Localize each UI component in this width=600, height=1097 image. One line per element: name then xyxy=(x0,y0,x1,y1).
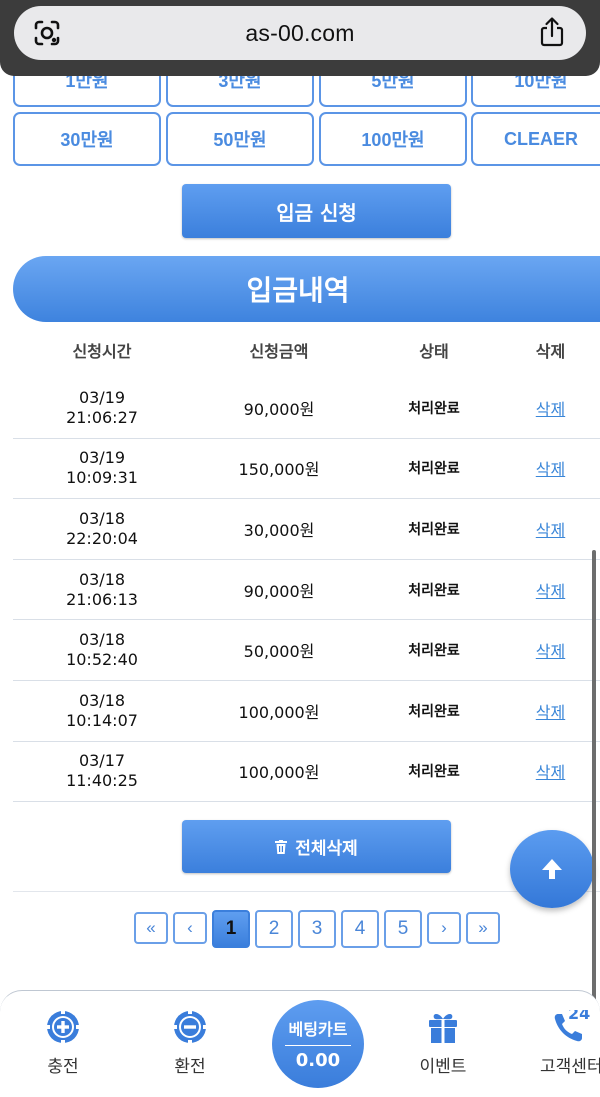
deposit-history-table: 신청시간 신청금액 상태 삭제 03/19 21:06:27 90,000원 처리… xyxy=(13,322,600,803)
row-time: 03/18 10:14:07 xyxy=(13,691,191,731)
deposit-history-header: 입금내역 xyxy=(13,256,600,322)
arrow-up-icon xyxy=(542,859,562,879)
nav-exchange[interactable]: 환전 xyxy=(140,1010,240,1077)
nav-support[interactable]: 24 고객센터 xyxy=(520,1010,600,1077)
row-amount: 50,000원 xyxy=(243,642,315,662)
row-clock: 10:14:07 xyxy=(66,710,138,730)
row-delete-link[interactable]: 삭제 xyxy=(536,703,565,722)
row-status: 처리완료 xyxy=(408,521,460,538)
gift-icon xyxy=(429,1014,457,1043)
row-date: 03/18 xyxy=(78,569,126,589)
header-status: 상태 xyxy=(419,342,449,361)
delete-all-button[interactable]: 전체삭제 xyxy=(182,820,451,873)
row-clock: 21:06:13 xyxy=(66,589,138,609)
row-time: 03/19 10:09:31 xyxy=(13,448,191,488)
next-page-button[interactable]: › xyxy=(427,912,461,944)
row-date: 03/18 xyxy=(78,690,126,710)
row-amount: 30,000원 xyxy=(243,520,315,540)
header-amount: 신청금액 xyxy=(249,342,309,361)
bet-cart-label: 베팅카트 xyxy=(288,1020,348,1039)
lens-icon[interactable] xyxy=(32,18,62,48)
nav-exchange-label: 환전 xyxy=(174,1057,206,1077)
table-row: 03/18 21:06:13 90,000원 처리완료 삭제 xyxy=(13,560,600,621)
pagination: « ‹ 1 2 3 4 5 › » xyxy=(134,910,505,950)
row-delete-link[interactable]: 삭제 xyxy=(536,460,565,479)
row-time: 03/18 21:06:13 xyxy=(13,570,191,610)
row-status: 처리완료 xyxy=(408,703,460,720)
row-time: 03/18 10:52:40 xyxy=(13,630,191,670)
first-page-button[interactable]: « xyxy=(134,912,168,944)
table-row: 03/18 22:20:04 30,000원 처리완료 삭제 xyxy=(13,499,600,560)
last-page-button[interactable]: » xyxy=(466,912,500,944)
nav-support-label: 고객센터 xyxy=(540,1057,600,1077)
table-row: 03/19 21:06:27 90,000원 처리완료 삭제 xyxy=(13,378,600,439)
nav-event-label: 이벤트 xyxy=(419,1057,467,1077)
page-button-3[interactable]: 3 xyxy=(298,910,336,948)
scroll-top-button[interactable] xyxy=(510,830,594,908)
table-row: 03/17 11:40:25 100,000원 처리완료 삭제 xyxy=(13,742,600,803)
trash-icon xyxy=(275,839,288,854)
page-button-1[interactable]: 1 xyxy=(212,910,250,948)
row-clock: 22:20:04 xyxy=(66,528,138,548)
row-date: 03/19 xyxy=(78,387,126,407)
row-status: 처리완료 xyxy=(408,764,460,781)
nav-event[interactable]: 이벤트 xyxy=(393,1010,493,1077)
row-date: 03/18 xyxy=(78,630,126,650)
browser-toolbar: as-00.com xyxy=(0,0,600,76)
deposit-request-button[interactable]: 입금 신청 xyxy=(182,184,451,238)
row-status: 처리완료 xyxy=(408,461,460,478)
minus-chip-icon xyxy=(174,1011,206,1043)
amount-button-100[interactable]: 100만원 xyxy=(319,112,467,166)
page-button-4[interactable]: 4 xyxy=(341,910,379,948)
nav-charge[interactable]: 충전 xyxy=(13,1010,113,1077)
row-clock: 21:06:27 xyxy=(66,407,138,427)
row-amount: 100,000원 xyxy=(238,763,320,783)
url-text: as-00.com xyxy=(245,19,355,46)
nav-charge-label: 충전 xyxy=(47,1057,79,1077)
amount-button-30[interactable]: 30만원 xyxy=(13,112,161,166)
row-time: 03/18 22:20:04 xyxy=(13,509,191,549)
row-clock: 10:09:31 xyxy=(66,468,138,488)
row-clock: 11:40:25 xyxy=(66,771,138,791)
header-time: 신청시간 xyxy=(72,342,132,361)
table-row: 03/18 10:14:07 100,000원 처리완료 삭제 xyxy=(13,681,600,742)
page-button-5[interactable]: 5 xyxy=(384,910,422,948)
row-delete-link[interactable]: 삭제 xyxy=(536,582,565,601)
plus-chip-icon xyxy=(47,1011,79,1043)
share-icon[interactable] xyxy=(538,16,566,48)
row-status: 처리완료 xyxy=(408,400,460,417)
bet-cart-button[interactable]: 베팅카트 0.00 xyxy=(272,1000,364,1088)
row-status: 처리완료 xyxy=(408,582,460,599)
row-date: 03/19 xyxy=(78,448,126,468)
clear-button[interactable]: CLEAER xyxy=(471,112,600,166)
row-delete-link[interactable]: 삭제 xyxy=(536,642,565,661)
row-delete-link[interactable]: 삭제 xyxy=(536,763,565,782)
table-row: 03/18 10:52:40 50,000원 처리완료 삭제 xyxy=(13,620,600,681)
row-delete-link[interactable]: 삭제 xyxy=(536,521,565,540)
row-amount: 90,000원 xyxy=(243,399,315,419)
support-badge: 24 xyxy=(568,1010,591,1023)
row-amount: 150,000원 xyxy=(238,460,320,480)
row-date: 03/17 xyxy=(78,751,126,771)
prev-page-button[interactable]: ‹ xyxy=(173,912,207,944)
row-time: 03/17 11:40:25 xyxy=(13,751,191,791)
amount-button-50[interactable]: 50만원 xyxy=(166,112,314,166)
row-delete-link[interactable]: 삭제 xyxy=(536,400,565,419)
address-bar[interactable]: as-00.com xyxy=(14,6,586,60)
row-date: 03/18 xyxy=(78,508,126,528)
row-amount: 100,000원 xyxy=(238,702,320,722)
table-header: 신청시간 신청금액 상태 삭제 xyxy=(13,322,600,378)
bet-cart-separator xyxy=(285,1045,351,1046)
row-status: 처리완료 xyxy=(408,643,460,660)
divider xyxy=(13,891,600,892)
page-button-2[interactable]: 2 xyxy=(255,910,293,948)
row-clock: 10:52:40 xyxy=(66,650,138,670)
delete-all-label: 전체삭제 xyxy=(295,839,358,859)
header-delete: 삭제 xyxy=(535,342,566,361)
bet-cart-value: 0.00 xyxy=(295,1050,341,1071)
table-row: 03/19 10:09:31 150,000원 처리완료 삭제 xyxy=(13,439,600,500)
row-time: 03/19 21:06:27 xyxy=(13,388,191,428)
row-amount: 90,000원 xyxy=(243,581,315,601)
